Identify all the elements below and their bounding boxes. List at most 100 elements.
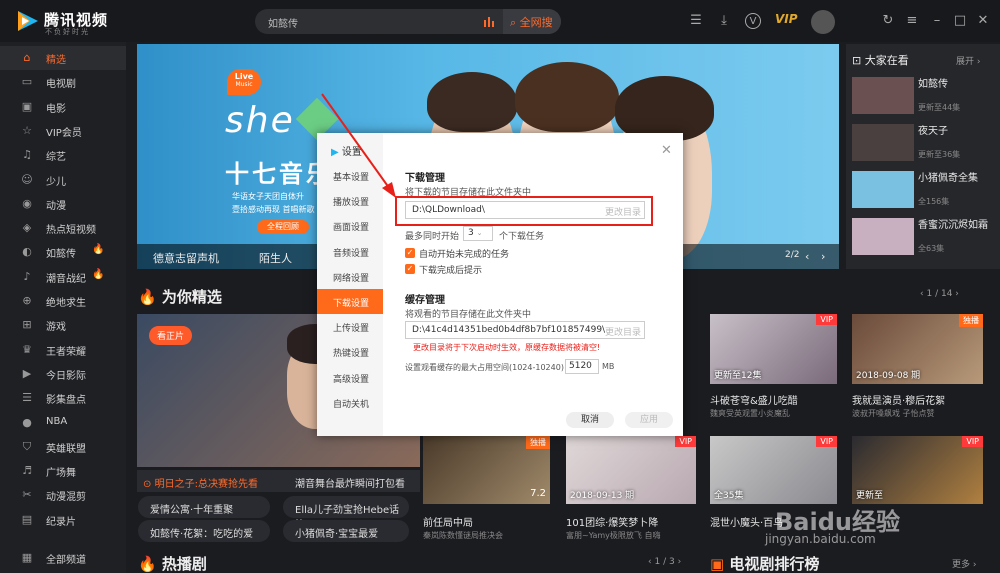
sidebar-item[interactable]: ◐ 如懿传 🔥 [0, 240, 126, 264]
banner-next-icon[interactable]: › [821, 250, 825, 263]
sidebar-item[interactable]: ⊕ 绝地求生 [0, 289, 126, 313]
trending-item-title: 香蜜沉沉烬如霜 [918, 220, 988, 231]
search-box[interactable]: 如懿传 ⌕ 全网搜 [255, 9, 561, 34]
card-sub: 秦岚陈数懂谜局推决会 [423, 531, 503, 540]
concurrent-select[interactable]: 3 ⌄ [463, 226, 493, 241]
concurrent-label: 最多同时开始 [405, 232, 460, 242]
apply-button[interactable]: 应用 [625, 412, 673, 428]
auto-start-checkbox[interactable]: ✓ [405, 248, 415, 258]
trending-item[interactable]: 香蜜沉沉烬如霜 全63集 [852, 218, 998, 258]
sidebar-item[interactable]: ♬ 广场舞 [0, 459, 126, 483]
search-all-button[interactable]: ⌕ 全网搜 [503, 9, 561, 34]
banner-caption-right[interactable]: 陌生人 [259, 250, 292, 266]
video-card[interactable]: VIP 2018-09-13 期 101团综·爆笑梦卜降 富朋~Yamy极限放飞… [566, 436, 696, 544]
picks-pager: 1 / 14 [926, 289, 953, 299]
trending-expand[interactable]: 展开 › [956, 54, 980, 67]
pick-pill[interactable]: 小猪佩奇·宝宝最爱 [283, 520, 409, 542]
sidebar-item[interactable]: ☺ 少儿 [0, 168, 126, 192]
film-icon: ▣ [21, 99, 33, 113]
video-card[interactable]: 独播 7.2 前任局中局 秦岚陈数懂谜局推决会 [423, 436, 550, 544]
picks-prev-icon[interactable]: ‹ [920, 289, 924, 299]
settings-nav-item[interactable]: 热键设置 [317, 339, 383, 364]
settings-nav-item[interactable]: 下载设置 [317, 289, 383, 314]
trending-icon: ⊡ [852, 54, 862, 67]
sidebar-item[interactable]: ⛉ 英雄联盟 [0, 435, 126, 459]
hot-next-icon[interactable]: › [678, 557, 682, 567]
cache-path-field[interactable]: D:\41c4d14351bed0b4df8b7bf101857499\ 更改目… [405, 321, 645, 339]
voice-bars-icon[interactable] [483, 15, 495, 27]
search-input[interactable]: 如懿传 [268, 15, 298, 30]
sidebar-item[interactable]: ✂ 动漫混剪 [0, 483, 126, 507]
card-tag: VIP [816, 436, 837, 447]
hot-pager: 1 / 3 [654, 557, 675, 567]
banner-caption-left[interactable]: 德意志留声机 [153, 250, 219, 266]
sidebar-item[interactable]: ⌂ 精选 [0, 46, 126, 70]
trending-item[interactable]: 夜天子 更新至36集 [852, 124, 998, 164]
rank-icon: ▣ [710, 555, 725, 573]
pick-pill[interactable]: 潮音舞台最炸瞬间打包看 [283, 470, 409, 492]
sidebar-item-label: 今日影际 [46, 370, 86, 382]
minimize-icon[interactable]: – [929, 13, 945, 29]
trending-item[interactable]: 如懿传 更新至44集 [852, 77, 998, 117]
cache-size-input[interactable]: 5120 [565, 359, 599, 374]
banner-prev-icon[interactable]: ‹ [805, 250, 809, 263]
cache-change-button[interactable]: 更改目录 [604, 325, 641, 338]
vip-button[interactable]: VIP [775, 12, 798, 26]
sidebar-item[interactable]: ⊞ 游戏 [0, 313, 126, 337]
sidebar-item[interactable]: ● NBA [0, 411, 126, 435]
sidebar-item[interactable]: ▭ 电视剧 [0, 70, 126, 94]
video-card[interactable]: 独播 2018-09-08 期 我就是演员·穆后花絮 波叔开嗓飙戏 子怡点赞 [852, 314, 983, 429]
v-level-icon[interactable]: V [745, 13, 761, 29]
card-episode: 2018-09-13 期 [570, 491, 635, 501]
sidebar-item[interactable]: ☰ 影集盘点 [0, 386, 126, 410]
banner-hair-3 [615, 76, 714, 141]
maximize-icon[interactable]: □ [952, 13, 968, 29]
trending-item[interactable]: 小猪佩奇全集 全156集 [852, 171, 998, 211]
sidebar-item[interactable]: ☆ VIP会员 [0, 119, 126, 143]
sidebar-item[interactable]: ▤ 纪录片 [0, 508, 126, 532]
pick-pill[interactable]: 爱情公寓·十年重聚 [138, 496, 270, 518]
sidebar-item[interactable]: ♫ 综艺 [0, 143, 126, 167]
all-channels[interactable]: ▦ 全部频道 [0, 546, 126, 570]
pick-pill[interactable]: Ella儿子劲宝抢Hebe话筒 [283, 496, 409, 531]
banner-sub2: 壹拾感动再现 首唱新歌 [232, 205, 315, 214]
watermark-url: jingyan.baidu.com [765, 532, 876, 546]
sidebar-item-label: 英雄联盟 [46, 443, 86, 455]
trending-thumbnail [852, 171, 914, 208]
settings-nav-item[interactable]: 音频设置 [317, 239, 383, 264]
rank-more[interactable]: 更多 › [952, 557, 976, 570]
avatar[interactable] [811, 10, 835, 34]
close-icon[interactable]: ✕ [975, 13, 991, 29]
watch-full-badge: 看正片 [149, 326, 193, 345]
sidebar-item[interactable]: ▶ 今日影际 [0, 362, 126, 386]
sidebar-item[interactable]: ♪ 潮音战纪 🔥 [0, 265, 126, 289]
history-icon[interactable]: ☰ [688, 13, 704, 29]
sidebar-item-label: 精选 [46, 55, 66, 66]
dialog-close-icon[interactable]: ✕ [661, 143, 672, 158]
settings-nav-item[interactable]: 高级设置 [317, 365, 383, 390]
hot-prev-icon[interactable]: ‹ [648, 557, 652, 567]
tencent-video-logo[interactable] [14, 8, 40, 34]
sidebar-item[interactable]: ♛ 王者荣耀 [0, 338, 126, 362]
refresh-icon[interactable]: ↻ [880, 13, 896, 29]
settings-nav-item[interactable]: 自动关机 [317, 390, 383, 415]
watch-replay-button[interactable]: 全程回顾 [257, 220, 309, 234]
pick-pill[interactable]: 如懿传·花絮：吃吃的爱 [138, 520, 270, 542]
settings-nav-item[interactable]: 画面设置 [317, 213, 383, 238]
card-title: 前任局中局 [423, 518, 473, 529]
download-icon[interactable]: ⤓ [716, 13, 732, 29]
finish-notice-checkbox[interactable]: ✓ [405, 264, 415, 274]
picks-next-icon[interactable]: › [955, 289, 959, 299]
settings-nav-item[interactable]: 上传设置 [317, 314, 383, 339]
cancel-button[interactable]: 取消 [566, 412, 614, 428]
video-card[interactable]: VIP 更新至12集 斗破苍穹&盛儿吃醋 魏爽受英观置小炎魔乱 [710, 314, 837, 429]
section-hot-title: 🔥 热播剧 [138, 553, 207, 573]
sidebar-item[interactable]: ▣ 电影 [0, 95, 126, 119]
fire-icon: 🔥 [138, 555, 157, 573]
sidebar-item[interactable]: ◈ 热点短视频 [0, 216, 126, 240]
auto-start-label: 自动开始未完成的任务 [419, 250, 510, 260]
menu-icon[interactable]: ≡ [904, 13, 920, 29]
sidebar-item[interactable]: ◉ 动漫 [0, 192, 126, 216]
settings-nav-item[interactable]: 网络设置 [317, 264, 383, 289]
cache-path-text: D:\41c4d14351bed0b4df8b7bf101857499\ [412, 325, 606, 335]
